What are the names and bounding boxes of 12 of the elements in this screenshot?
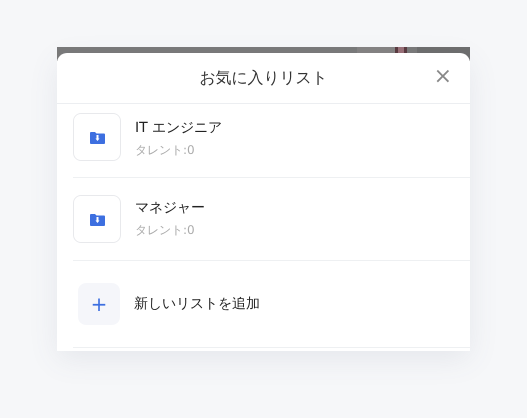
- add-list-label[interactable]: 新しいリストを追加: [134, 295, 260, 313]
- list-name[interactable]: マネジャー: [135, 199, 205, 217]
- folder-icon: [90, 130, 104, 144]
- dialog-title: お気に入りリスト: [200, 68, 328, 88]
- talent-count: タレント:0: [135, 142, 196, 159]
- list-thumbnail[interactable]: [73, 195, 121, 243]
- close-button[interactable]: ×: [432, 65, 454, 89]
- list-thumbnail[interactable]: [73, 113, 121, 161]
- talent-count: タレント:0: [135, 222, 196, 239]
- add-icon[interactable]: +: [78, 283, 120, 325]
- list-name[interactable]: IT エンジニア: [135, 119, 222, 137]
- folder-icon: [90, 212, 104, 226]
